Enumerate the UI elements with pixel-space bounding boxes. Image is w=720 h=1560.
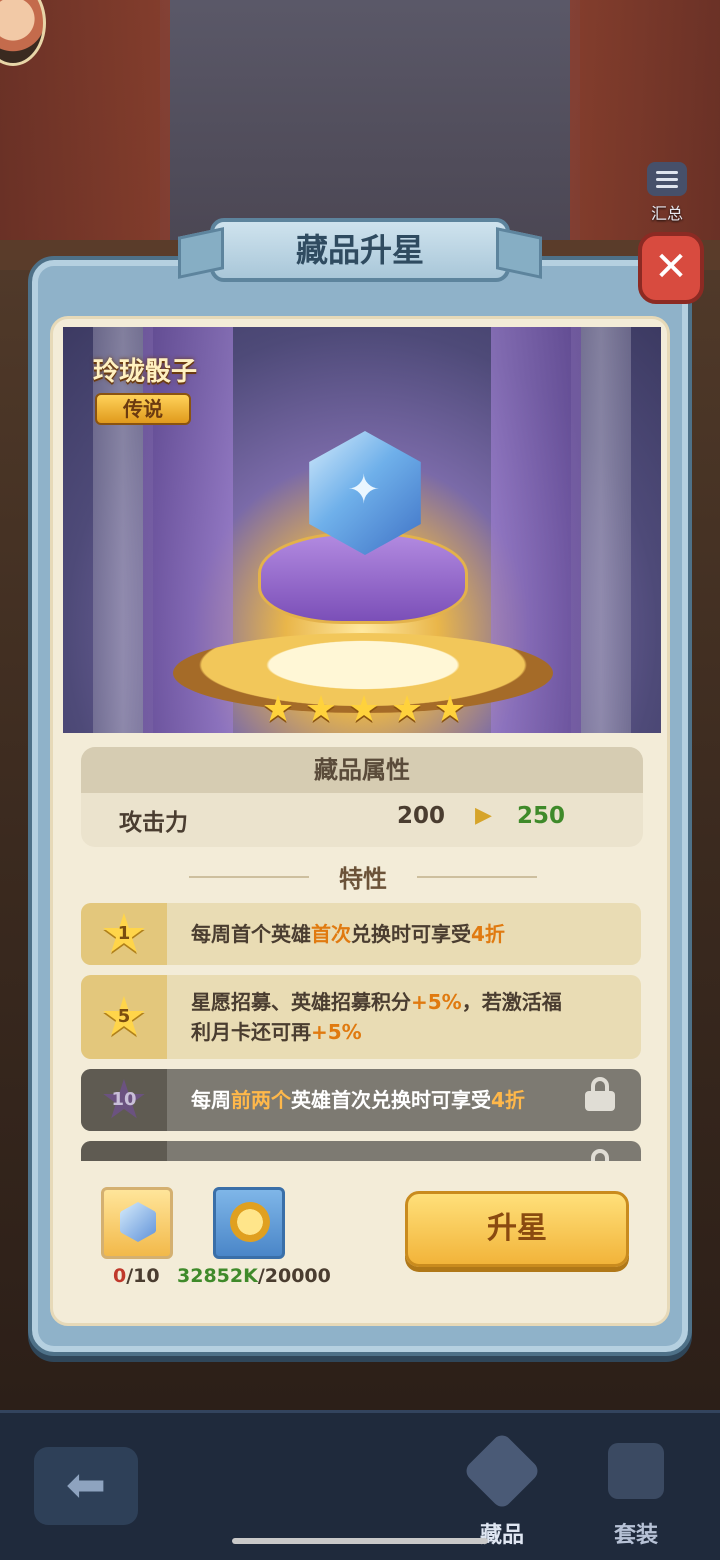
trait-highlight: 4折: [491, 1088, 525, 1112]
trait-text: 兑换时可享受: [351, 922, 471, 946]
star-icon: ★: [433, 689, 467, 730]
nav-item-sets[interactable]: 套装: [586, 1443, 686, 1553]
back-button[interactable]: ⬅: [34, 1447, 138, 1525]
coin-need: /20000: [257, 1265, 331, 1287]
coin-icon: [230, 1202, 270, 1242]
lock-icon: [585, 1149, 615, 1161]
attribute-current: 200: [397, 803, 446, 829]
traits-list[interactable]: ★ 1 每周首个英雄首次兑换时可享受4折 ★ 5 星愿招募、英雄招募积分+5%，…: [81, 903, 641, 1161]
trait-item: ★ 5 星愿招募、英雄招募积分+5%，若激活福利月卡还可再+5%: [81, 975, 641, 1059]
background-wall: [160, 0, 580, 240]
summary-button[interactable]: 汇总: [636, 162, 698, 226]
upgrade-star-button[interactable]: 升星: [405, 1191, 629, 1267]
trait-text: 每周首个英雄: [191, 922, 311, 946]
divider-right: [417, 875, 537, 878]
list-icon: [647, 162, 687, 196]
traits-heading-text: 特性: [339, 865, 387, 893]
close-icon: ✕: [654, 244, 688, 290]
star-rating: ★ ★ ★ ★ ★: [259, 691, 469, 729]
trait-text: 英雄首次兑换时可享受: [291, 1088, 491, 1112]
star-icon: ★: [261, 689, 295, 730]
item-showcase: 玲珑骰子 传说 ★ ★ ★ ★ ★: [63, 327, 661, 733]
coin-have: 32852K: [177, 1265, 258, 1287]
star-icon: ★: [304, 689, 338, 730]
attribute-next: 250: [517, 803, 566, 829]
coin-cost-label: 32852K/20000: [177, 1265, 331, 1287]
collection-icon: [462, 1431, 542, 1511]
attributes-panel: 藏品属性 攻击力 200 ▶ 250: [81, 747, 643, 847]
dialog-title: 藏品升星: [210, 218, 510, 282]
arrow-left-icon: ⬅: [65, 1457, 107, 1513]
star-icon: ★: [347, 689, 381, 730]
dice-have: 0: [113, 1265, 127, 1287]
book-icon: [608, 1443, 664, 1499]
trait-highlight: 4折: [471, 922, 505, 946]
lock-icon: [585, 1077, 615, 1111]
trait-item: ★ 1 每周首个英雄首次兑换时可享受4折: [81, 903, 641, 965]
nav-item-label: 套装: [613, 1523, 658, 1548]
item-name: 玲珑骰子: [93, 357, 198, 387]
star-icon: ★: [390, 689, 424, 730]
dialog-content: 玲珑骰子 传说 ★ ★ ★ ★ ★ 藏品属性 攻击力 200 ▶ 250 特性 …: [50, 316, 670, 1326]
trait-item-locked: ★ 10 每周前两个英雄首次兑换时可享受4折: [81, 1069, 641, 1131]
arrow-right-icon: ▶: [475, 803, 492, 828]
attribute-name: 攻击力: [119, 810, 188, 836]
trait-level: 5: [117, 1006, 131, 1027]
rarity-badge: 传说: [95, 393, 191, 425]
trait-highlight: +5%: [311, 1020, 362, 1044]
close-button[interactable]: ✕: [638, 232, 704, 304]
divider-left: [189, 875, 309, 878]
trait-highlight: 首次: [311, 922, 351, 946]
trait-highlight: +5%: [411, 990, 462, 1014]
coin-material-slot[interactable]: [213, 1187, 285, 1259]
trait-text: 星愿招募、英雄招募积分: [191, 990, 411, 1014]
trait-level: 1: [117, 923, 131, 944]
dice-need: /10: [126, 1265, 160, 1287]
attribute-row: 攻击力 200 ▶ 250: [81, 793, 643, 847]
trait-level: 10: [111, 1089, 137, 1110]
home-indicator: [232, 1538, 488, 1544]
nav-item-label: 藏品: [479, 1523, 524, 1548]
dice-cost-label: 0/10: [113, 1265, 160, 1287]
trait-text: 每周: [191, 1088, 231, 1112]
trait-level-badge: ★ 10: [81, 1069, 167, 1131]
trait-item-locked: [81, 1141, 641, 1161]
trait-highlight: 前两个: [231, 1088, 291, 1112]
nav-item-collection[interactable]: 藏品: [452, 1431, 552, 1553]
dice-icon: [120, 1202, 156, 1242]
traits-heading: 特性: [53, 859, 667, 894]
dice-material-slot[interactable]: [101, 1187, 173, 1259]
summary-label: 汇总: [650, 204, 683, 223]
trait-level-badge: [81, 1141, 167, 1161]
attributes-heading: 藏品属性: [81, 747, 643, 793]
trait-level-badge: ★ 1: [81, 903, 167, 965]
trait-level-badge: ★ 5: [81, 975, 167, 1059]
